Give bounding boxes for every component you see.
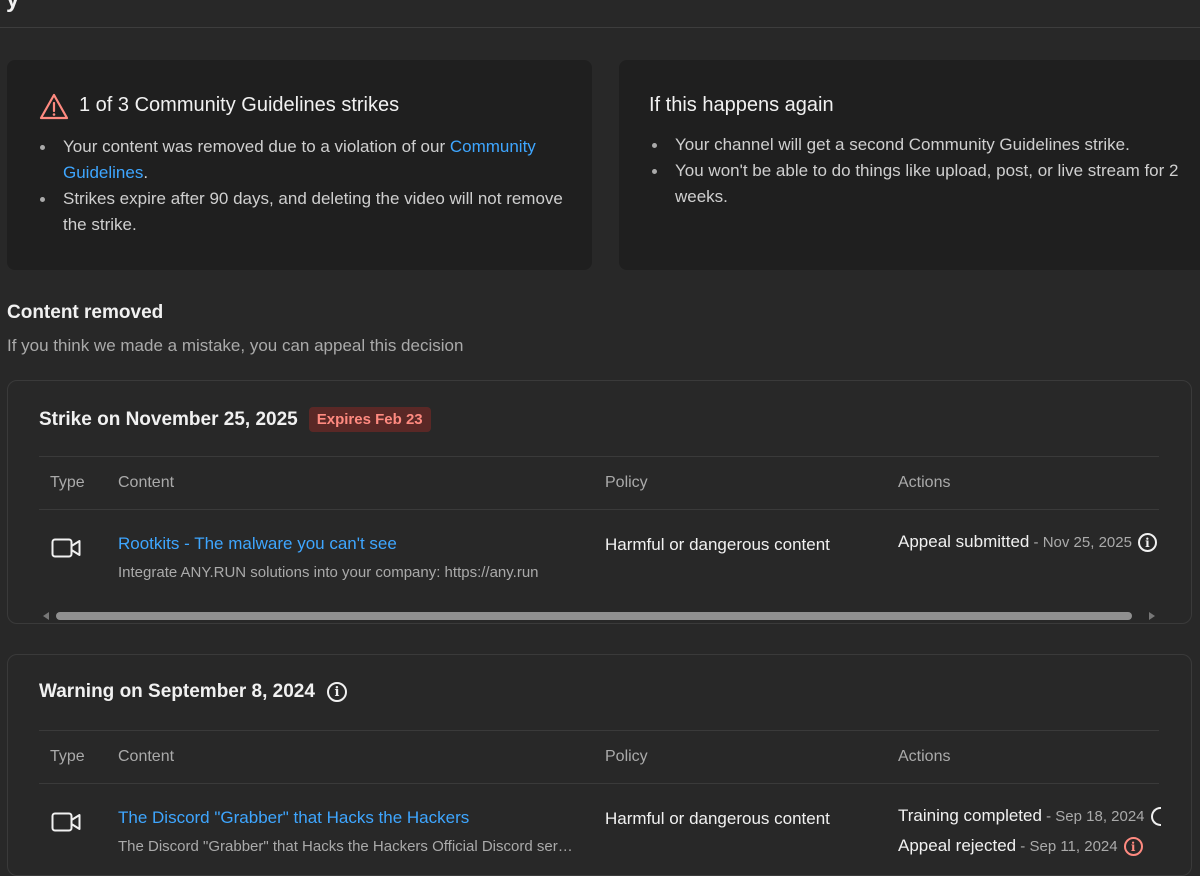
column-header-policy: Policy xyxy=(605,474,648,491)
warning-panel-title: Warning on September 8, 2024 xyxy=(39,681,315,702)
content-removed-heading: Content removed xyxy=(7,302,164,323)
warning-panel: Warning on September 8, 2024 i Type Cont… xyxy=(7,654,1192,876)
video-description: Integrate ANY.RUN solutions into your co… xyxy=(118,564,539,581)
again-bullet-1: Your channel will get a second Community… xyxy=(649,132,1189,158)
video-title-link[interactable]: The Discord "Grabber" that Hacks the Hac… xyxy=(118,808,469,828)
column-header-policy: Policy xyxy=(605,748,648,765)
video-camera-icon xyxy=(51,538,81,558)
page-title-cut: y xyxy=(6,0,19,14)
info-icon[interactable]: i xyxy=(1123,837,1143,857)
again-card-list: Your channel will get a second Community… xyxy=(649,132,1189,210)
strikes-bullet-2: Strikes expire after 90 days, and deleti… xyxy=(37,186,577,238)
bullet-text: Your content was removed due to a violat… xyxy=(63,137,450,156)
content-removed-subtitle: If you think we made a mistake, you can … xyxy=(7,336,464,355)
scrollbar-thumb[interactable] xyxy=(56,612,1132,620)
video-description: The Discord "Grabber" that Hacks the Hac… xyxy=(118,838,574,855)
action-date: - Nov 25, 2025 xyxy=(1029,534,1132,551)
strike-panel-title: Strike on November 25, 2025 xyxy=(39,408,298,430)
column-header-content: Content xyxy=(118,474,175,491)
policy-text: Harmful or dangerous content xyxy=(605,535,830,554)
if-happens-again-card: If this happens again Your channel will … xyxy=(619,60,1200,270)
action-status: Appeal submitted - Nov 25, 2025 i xyxy=(898,532,1157,553)
scroll-right-arrow-icon[interactable] xyxy=(1149,612,1155,620)
action-label: Appeal rejected xyxy=(898,836,1017,855)
horizontal-scrollbar[interactable] xyxy=(39,609,1159,623)
strikes-card-title: 1 of 3 Community Guidelines strikes xyxy=(79,94,400,116)
bullet-suffix: . xyxy=(143,163,149,182)
strikes-bullet-1: Your content was removed due to a violat… xyxy=(37,134,577,186)
column-header-actions: Actions xyxy=(898,748,951,765)
action-label: Appeal submitted xyxy=(898,532,1030,551)
action-date: - Sep 11, 2024 xyxy=(1016,838,1118,855)
table-header: Type Content Policy Actions xyxy=(39,730,1159,784)
action-date: - Sep 18, 2024 xyxy=(1041,808,1145,825)
video-title-link[interactable]: Rootkits - The malware you can't see xyxy=(118,534,397,554)
strike-panel-header: Strike on November 25, 2025 Expires Feb … xyxy=(39,407,431,432)
again-bullet-2: You won't be able to do things like uplo… xyxy=(649,158,1189,210)
info-icon[interactable]: i xyxy=(1137,533,1157,553)
table-row: Rootkits - The malware you can't see Int… xyxy=(39,509,1169,589)
scroll-left-arrow-icon[interactable] xyxy=(43,612,49,620)
action-label: Training completed xyxy=(898,806,1042,825)
again-card-title: If this happens again xyxy=(649,94,834,116)
table-header: Type Content Policy Actions xyxy=(39,456,1159,510)
strikes-card-list: Your content was removed due to a violat… xyxy=(37,134,577,238)
strikes-summary-card: 1 of 3 Community Guidelines strikes Your… xyxy=(7,60,592,270)
column-header-actions: Actions xyxy=(898,474,951,491)
expires-badge: Expires Feb 23 xyxy=(308,407,431,432)
column-header-type: Type xyxy=(50,474,85,491)
warning-panel-header: Warning on September 8, 2024 i xyxy=(39,681,347,703)
policy-text: Harmful or dangerous content xyxy=(605,809,830,828)
top-header-bar: y xyxy=(0,0,1200,28)
strike-panel: Strike on November 25, 2025 Expires Feb … xyxy=(7,380,1192,624)
info-icon[interactable]: i xyxy=(326,682,347,702)
column-header-content: Content xyxy=(118,748,175,765)
action-status-training: Training completed - Sep 18, 2024 xyxy=(898,806,1161,827)
column-header-type: Type xyxy=(50,748,85,765)
warning-triangle-icon xyxy=(39,93,69,120)
video-camera-icon xyxy=(51,812,81,832)
table-row: The Discord "Grabber" that Hacks the Hac… xyxy=(39,783,1169,873)
info-icon[interactable] xyxy=(1150,807,1161,827)
action-status-appeal: Appeal rejected - Sep 11, 2024 i xyxy=(898,836,1143,857)
